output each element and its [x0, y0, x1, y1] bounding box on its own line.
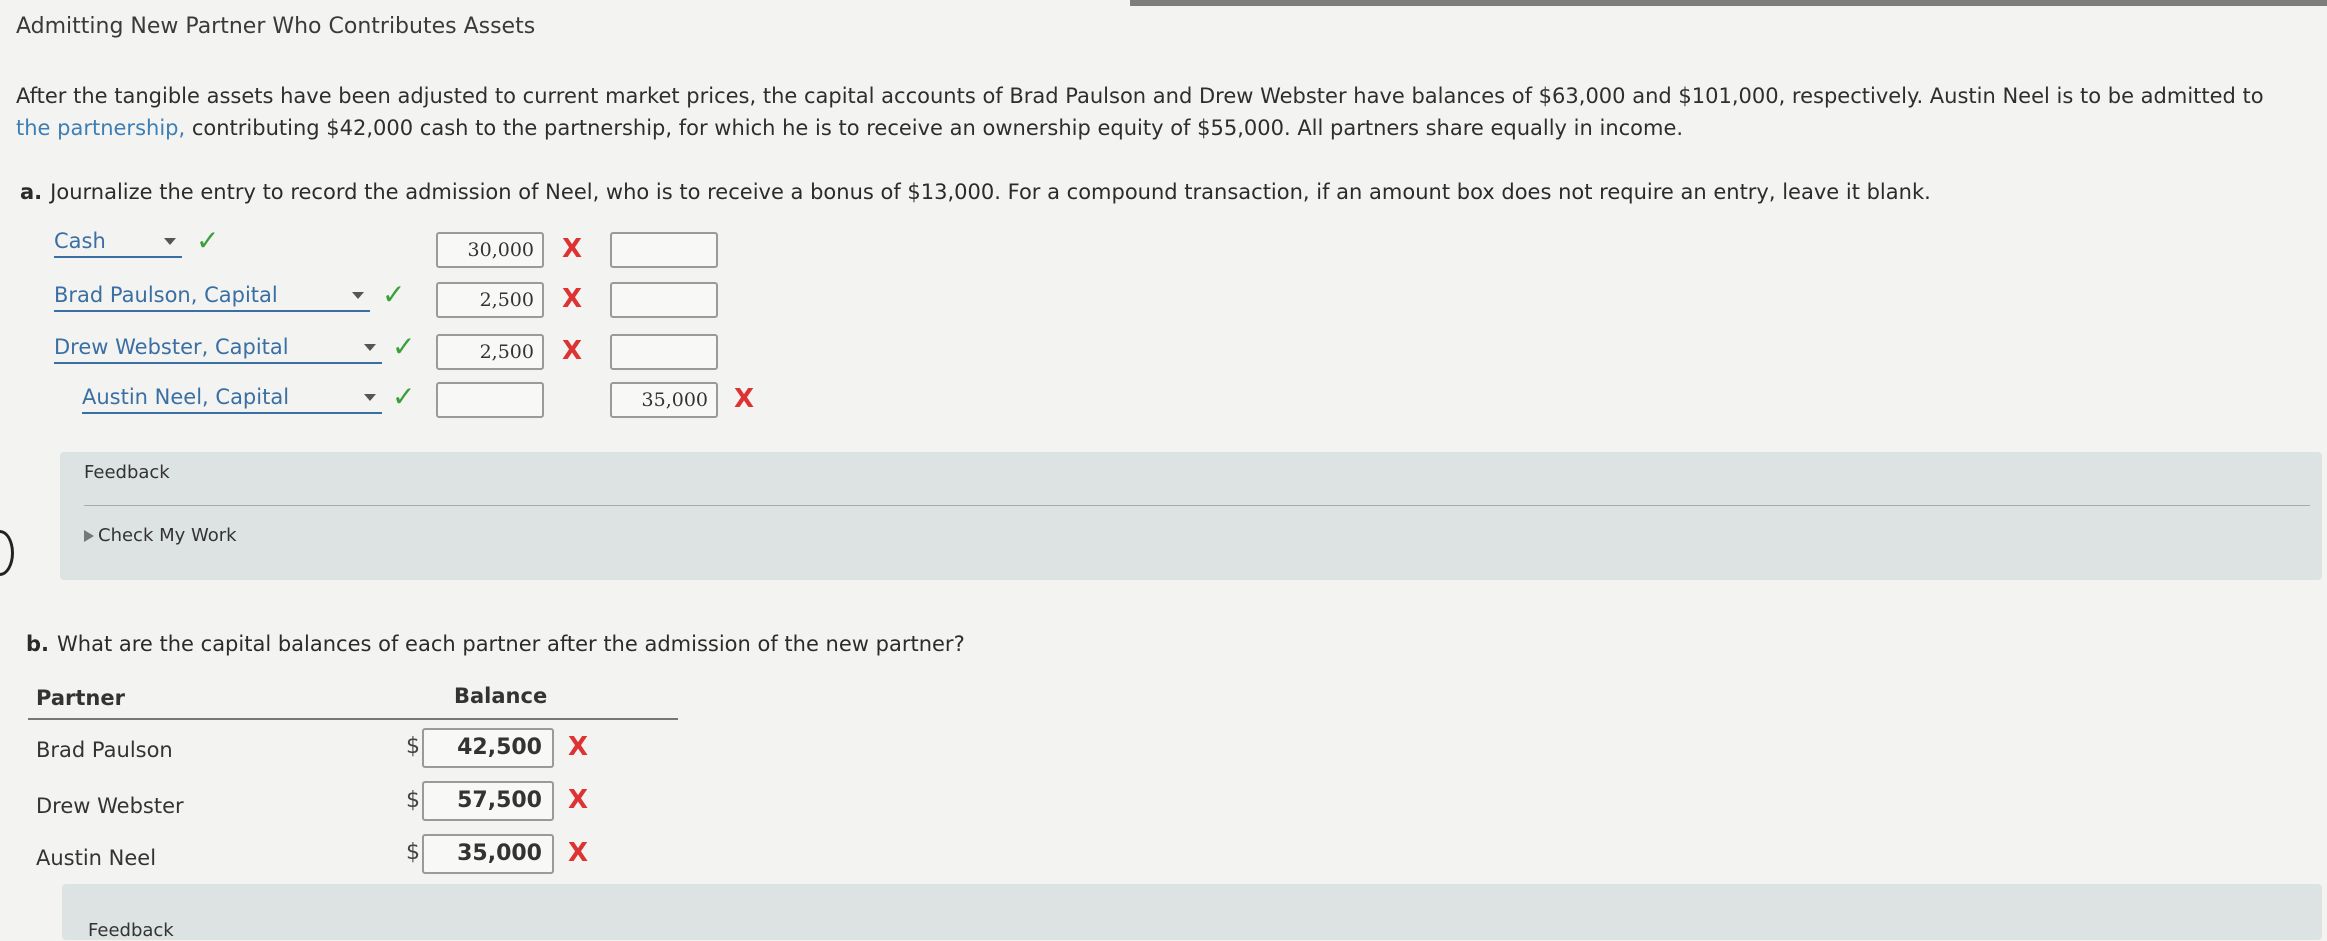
part-b-question: b. What are the capital balances of each … — [26, 632, 965, 656]
account-label: Brad Paulson, Capital — [54, 283, 278, 307]
feedback-divider — [84, 505, 2310, 506]
incorrect-icon: X — [734, 384, 755, 414]
intro-line-2-rest: contributing $42,000 cash to the partner… — [185, 116, 1684, 140]
partner-name: Brad Paulson — [36, 738, 173, 762]
check-icon: ✓ — [196, 224, 220, 257]
scroll-edge-indicator — [0, 530, 14, 576]
feedback-panel-b: Feedback — [62, 884, 2322, 941]
feedback-panel-a: Feedback Check My Work — [60, 452, 2322, 580]
partner-column-header: Partner — [36, 686, 125, 710]
part-b-text: What are the capital balances of each pa… — [57, 632, 965, 656]
account-label: Cash — [54, 229, 106, 253]
partner-name: Austin Neel — [36, 846, 157, 870]
debit-input[interactable] — [436, 382, 544, 418]
balance-input[interactable]: 35,000 — [422, 834, 554, 874]
header-divider — [28, 718, 678, 720]
chevron-down-icon — [364, 394, 376, 401]
check-icon: ✓ — [392, 330, 416, 363]
expand-triangle-icon — [84, 530, 94, 542]
intro-line-2: the partnership, contributing $42,000 ca… — [16, 112, 2306, 144]
account-label: Austin Neel, Capital — [82, 385, 290, 409]
top-bar — [1130, 0, 2327, 6]
chevron-down-icon — [364, 344, 376, 351]
credit-input[interactable] — [610, 282, 718, 318]
balance-input[interactable]: 42,500 — [422, 728, 554, 768]
page-title: Admitting New Partner Who Contributes As… — [16, 14, 536, 39]
currency-symbol: $ — [406, 840, 420, 865]
check-my-work-label: Check My Work — [98, 525, 237, 546]
incorrect-icon: X — [562, 234, 583, 264]
balance-input[interactable]: 57,500 — [422, 781, 554, 821]
account-select-cash[interactable]: Cash — [54, 226, 182, 258]
feedback-label: Feedback — [88, 920, 174, 941]
part-a-label: a. — [20, 180, 43, 204]
part-a-text: Journalize the entry to record the admis… — [50, 180, 1931, 204]
currency-symbol: $ — [406, 788, 420, 813]
credit-input[interactable] — [610, 232, 718, 268]
incorrect-icon: X — [568, 785, 589, 815]
credit-input[interactable]: 35,000 — [610, 382, 718, 418]
problem-statement: After the tangible assets have been adju… — [16, 80, 2306, 144]
account-select-austin-neel-capital[interactable]: Austin Neel, Capital — [82, 382, 382, 414]
currency-symbol: $ — [406, 734, 420, 759]
debit-input[interactable]: 30,000 — [436, 232, 544, 268]
credit-input[interactable] — [610, 334, 718, 370]
intro-line-1: After the tangible assets have been adju… — [16, 84, 2264, 108]
incorrect-icon: X — [568, 838, 589, 868]
part-a-question: a. Journalize the entry to record the adm… — [20, 180, 1931, 204]
balance-column-header: Balance — [454, 684, 548, 708]
partner-name: Drew Webster — [36, 794, 184, 818]
part-b-label: b. — [26, 632, 50, 656]
account-select-drew-webster-capital[interactable]: Drew Webster, Capital — [54, 332, 382, 364]
debit-input[interactable]: 2,500 — [436, 282, 544, 318]
check-icon: ✓ — [382, 278, 406, 311]
partnership-link[interactable]: the partnership, — [16, 116, 185, 140]
account-select-brad-paulson-capital[interactable]: Brad Paulson, Capital — [54, 280, 370, 312]
incorrect-icon: X — [562, 336, 583, 366]
check-icon: ✓ — [392, 380, 416, 413]
account-label: Drew Webster, Capital — [54, 335, 289, 359]
check-my-work-toggle[interactable]: Check My Work — [84, 525, 237, 546]
incorrect-icon: X — [568, 732, 589, 762]
chevron-down-icon — [164, 238, 176, 245]
incorrect-icon: X — [562, 284, 583, 314]
chevron-down-icon — [352, 292, 364, 299]
debit-input[interactable]: 2,500 — [436, 334, 544, 370]
feedback-label: Feedback — [84, 462, 170, 483]
